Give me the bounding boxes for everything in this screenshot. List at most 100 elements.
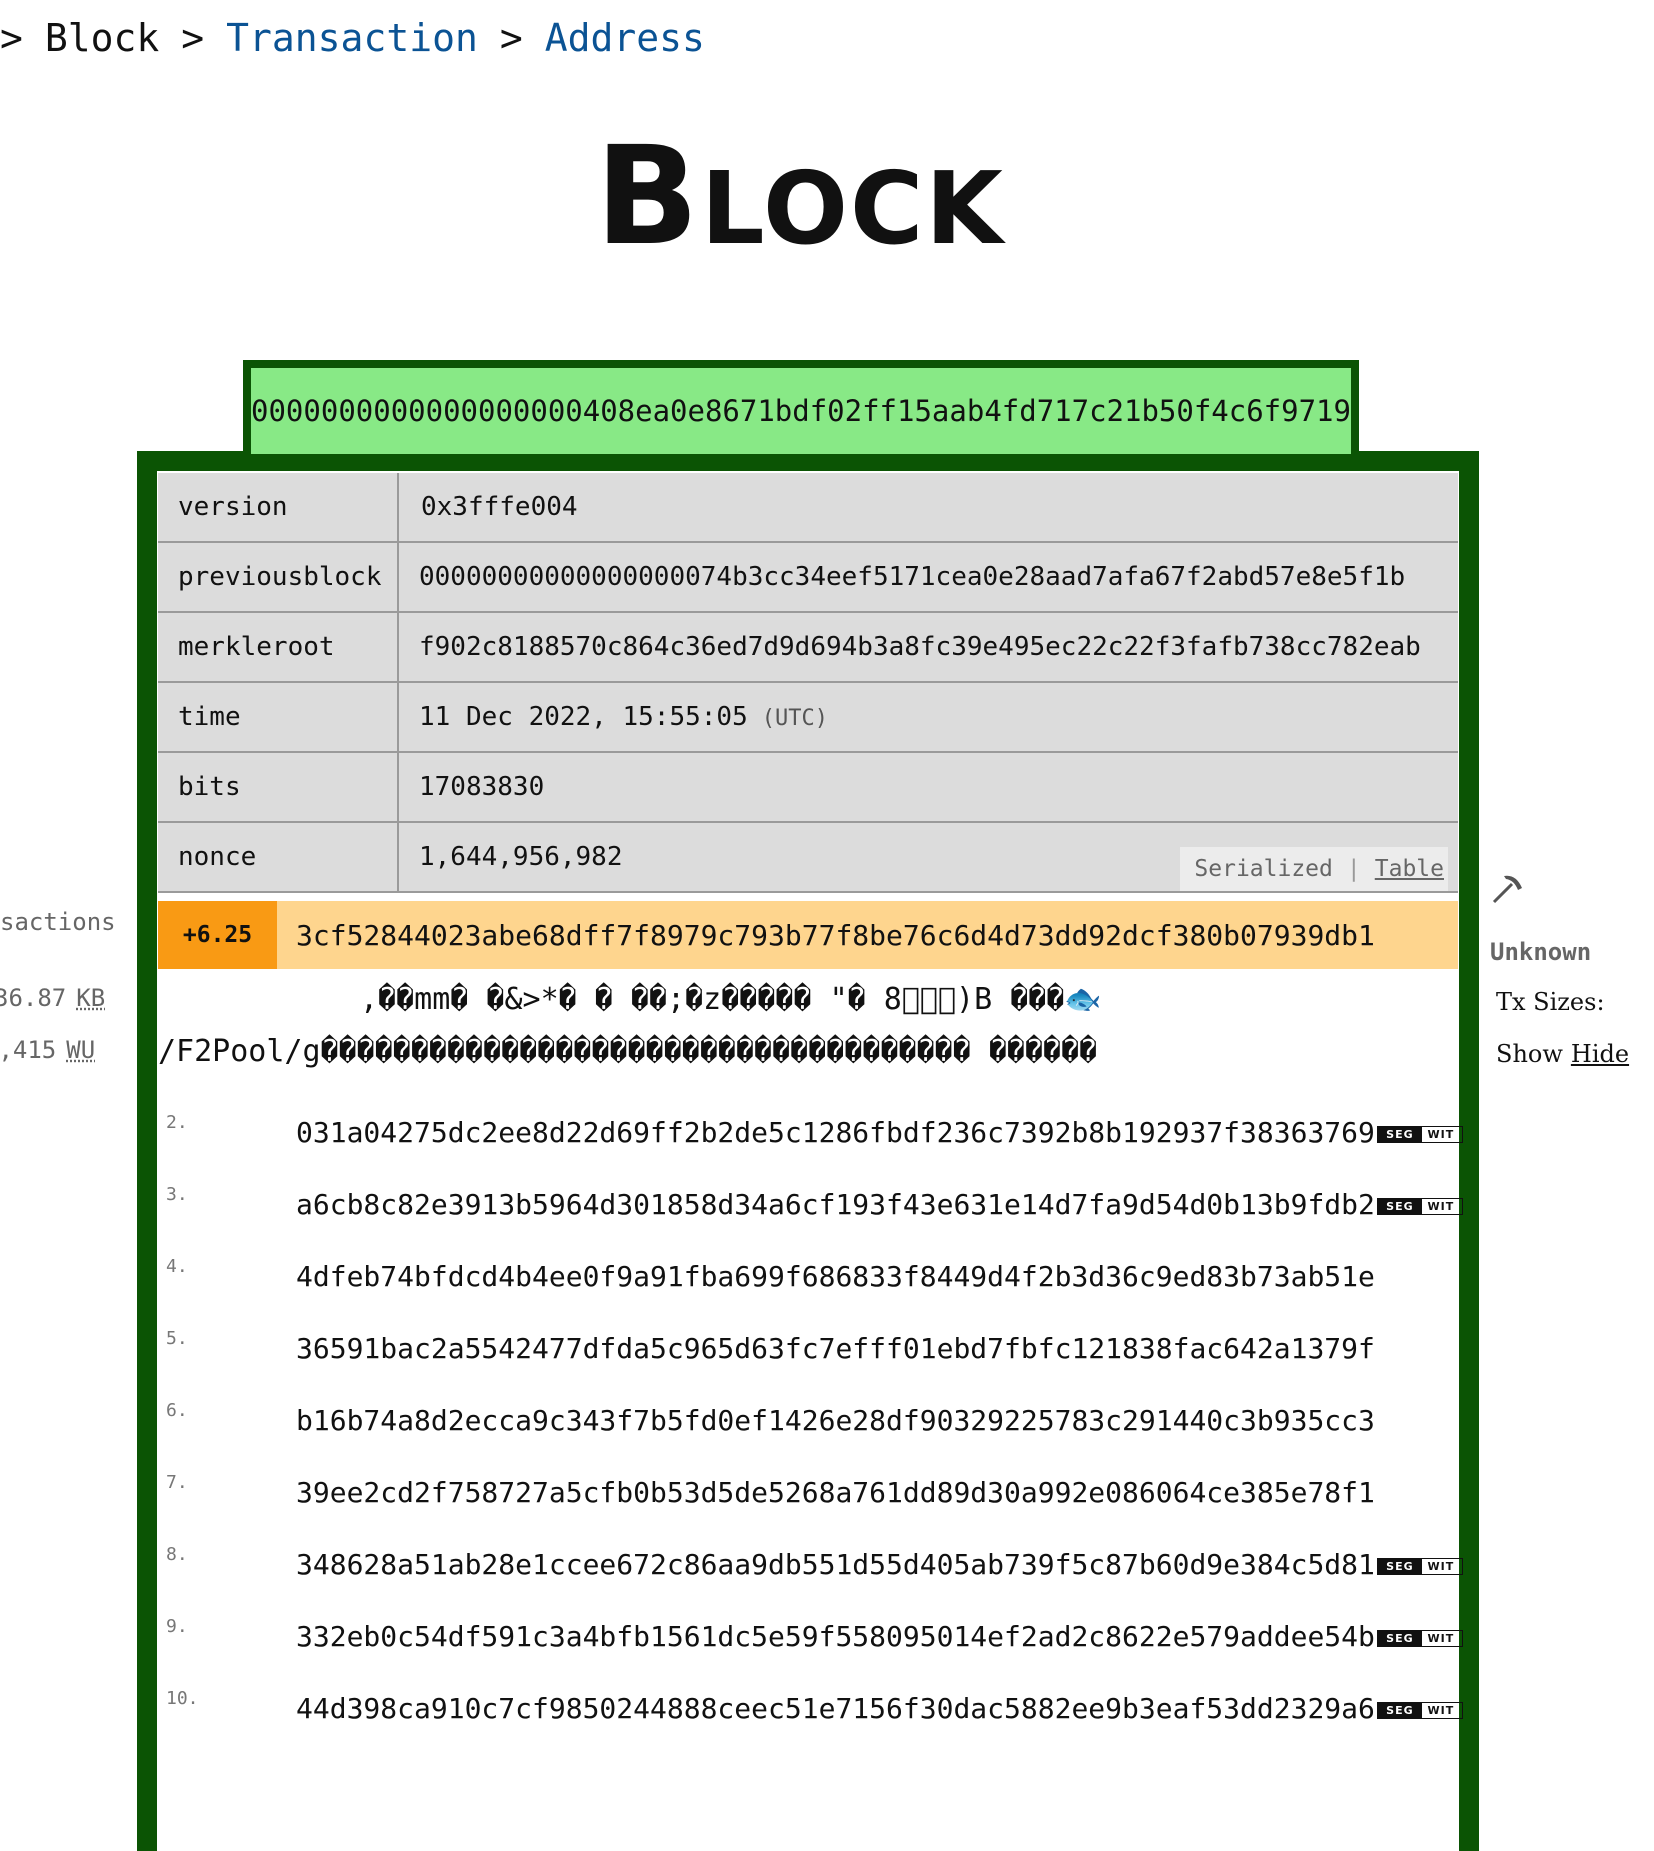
header-key: nonce [158,822,399,893]
breadcrumb-separator: > [499,16,523,60]
header-value: f902c8188570c864c36ed7d9d694b3a8fc39e495… [398,612,1458,683]
header-value-cell: 1,644,956,982 Serialized | Table [398,822,1458,893]
list-item: 8. 348628a51ab28e1ccee672c86aa9db551d55d… [158,1542,1463,1592]
list-item: 5. 36591bac2a5542477dfda5c965d63fc7efff0… [158,1326,1458,1376]
timezone-label: (UTC) [761,706,828,731]
segwit-badge-seg: SEG [1377,1198,1422,1214]
page-title-initial: B [595,118,701,276]
tx-id-link[interactable]: 39ee2cd2f758727a5cfb0b53d5de5268a761dd89… [296,1476,1375,1509]
header-row-bits: bits 17083830 [158,752,1458,823]
header-value: 1,644,956,982 [419,842,623,872]
tx-id-link[interactable]: 4dfeb74bfdcd4b4ee0f9a91fba699f686833f844… [296,1260,1375,1293]
tx-number: 6. [166,1400,188,1421]
coinbase-script-text: /F2Pool/g�������������������������������… [158,1034,1098,1069]
serialized-toggle[interactable]: Serialized [1194,856,1332,882]
size-unit: KB [76,984,106,1012]
breadcrumb-block: Block [44,16,160,60]
list-item: 6. b16b74a8d2ecca9c343f7b5fd0ef1426e28df… [158,1398,1458,1448]
breadcrumb-transaction-link[interactable]: Transaction [226,16,478,60]
tx-id-link[interactable]: b16b74a8d2ecca9c343f7b5fd0ef1426e28df903… [296,1404,1375,1437]
list-item: 2. 031a04275dc2ee8d22d69ff2b2de5c1286fbd… [158,1110,1463,1160]
block-size: 36.87 KB [0,984,105,1012]
page-title-rest: LOCK [700,150,1005,267]
header-row-previousblock: previousblock 00000000000000000074b3cc34… [158,542,1458,613]
header-key: merkleroot [158,612,399,683]
coinbase-transaction: +6.25 3cf52844023abe68dff7f8979c793b77f8… [158,901,1458,969]
tx-number: 4. [166,1256,188,1277]
list-item: 4. 4dfeb74bfdcd4b4ee0f9a91fba699f686833f… [158,1254,1458,1304]
list-item: 7. 39ee2cd2f758727a5cfb0b53d5de5268a761d… [158,1470,1458,1520]
view-toggle: Serialized | Table [1180,847,1448,891]
block-weight-value: 5,415 [0,1036,57,1064]
header-row-version: version 0x3fffe004 [158,473,1458,543]
block-hash: 0000000000000000000408ea0e8671bdf02ff15a… [243,360,1359,454]
header-row-time: time 11 Dec 2022, 15:55:05 (UTC) [158,682,1458,753]
segwit-badge: SEG WIT [1376,1197,1463,1215]
segwit-badge-wit: WIT [1427,1559,1455,1573]
segwit-badge-wit: WIT [1427,1631,1455,1645]
segwit-badge: SEG WIT [1376,1557,1463,1575]
tx-id-link[interactable]: 031a04275dc2ee8d22d69ff2b2de5c1286fbdf23… [296,1116,1463,1149]
pickaxe-icon [1490,870,1526,916]
miner-name: Unknown [1490,938,1592,966]
breadcrumb: > Block > Transaction > Address [0,10,727,66]
show-button[interactable]: Show [1496,1040,1563,1068]
list-item: 9. 332eb0c54df591c3a4bfb1561dc5e59f55809… [158,1614,1463,1664]
tx-number: 10. [166,1688,199,1709]
block-header-table: version 0x3fffe004 previousblock 0000000… [158,473,1458,893]
header-key: time [158,682,399,753]
tx-number: 9. [166,1616,188,1637]
tx-id-link[interactable]: 348628a51ab28e1ccee672c86aa9db551d55d405… [296,1548,1463,1581]
tx-number: 2. [166,1112,188,1133]
segwit-badge-seg: SEG [1377,1702,1422,1718]
tx-sizes-label: Tx Sizes: [1496,988,1605,1016]
segwit-badge-wit: WIT [1427,1127,1455,1141]
segwit-badge-seg: SEG [1377,1630,1422,1646]
tx-id-text: 44d398ca910c7cf9850244888ceec51e7156f30d… [296,1692,1375,1725]
tx-id-text: 031a04275dc2ee8d22d69ff2b2de5c1286fbdf23… [296,1116,1375,1149]
segwit-badge: SEG WIT [1376,1701,1463,1719]
header-key: previousblock [158,542,399,613]
tx-id-link[interactable]: 332eb0c54df591c3a4bfb1561dc5e59f55809501… [296,1620,1463,1653]
tx-id-link[interactable]: a6cb8c82e3913b5964d301858d34a6cf193f43e6… [296,1188,1463,1221]
header-value: 0x3fffe004 [398,473,1458,543]
weight-unit: WU [66,1036,96,1064]
toggle-divider: | [1346,856,1361,882]
block-reward: +6.25 [158,901,277,969]
header-value: 17083830 [398,752,1458,823]
coinbase-txid-link[interactable]: 3cf52844023abe68dff7f8979c793b77f8be76c6… [296,919,1375,952]
coinbase-script-text: ,��mm� �&>*� � ��;�z����� "� 8   )B ���🐟 [360,982,1102,1017]
tx-number: 5. [166,1328,188,1349]
tx-sizes-toggle: Show Hide [1496,1040,1629,1068]
tx-id-text: 332eb0c54df591c3a4bfb1561dc5e59f55809501… [296,1620,1375,1653]
segwit-badge: SEG WIT [1376,1629,1463,1647]
list-item: 3. a6cb8c82e3913b5964d301858d34a6cf193f4… [158,1182,1463,1232]
tx-id-link[interactable]: 36591bac2a5542477dfda5c965d63fc7efff01eb… [296,1332,1375,1365]
tx-id-text: 348628a51ab28e1ccee672c86aa9db551d55d405… [296,1548,1375,1581]
segwit-badge-seg: SEG [1377,1126,1422,1142]
tx-id-link[interactable]: 44d398ca910c7cf9850244888ceec51e7156f30d… [296,1692,1463,1725]
transactions-label: sactions [0,908,116,936]
page-title: BLOCK [0,118,1600,276]
segwit-badge-wit: WIT [1427,1199,1455,1213]
tx-number: 8. [166,1544,188,1565]
hide-button[interactable]: Hide [1571,1040,1629,1068]
tx-id-text: a6cb8c82e3913b5964d301858d34a6cf193f43e6… [296,1188,1375,1221]
tx-number: 7. [166,1472,188,1493]
header-value: 11 Dec 2022, 15:55:05 [419,702,748,732]
breadcrumb-separator: > [181,16,205,60]
table-toggle[interactable]: Table [1375,856,1444,882]
segwit-badge-wit: WIT [1427,1703,1455,1717]
breadcrumb-address-link[interactable]: Address [545,16,705,60]
block-weight: 5,415 WU [0,1036,95,1064]
header-row-nonce: nonce 1,644,956,982 Serialized | Table [158,822,1458,893]
segwit-badge: SEG WIT [1376,1125,1463,1143]
block-size-value: 36.87 [0,984,67,1012]
previous-block-link[interactable]: 00000000000000000074b3cc34eef5171cea0e28… [398,542,1458,613]
header-value-cell: 11 Dec 2022, 15:55:05 (UTC) [398,682,1458,753]
list-item: 10. 44d398ca910c7cf9850244888ceec51e7156… [158,1686,1463,1736]
tx-number: 3. [166,1184,188,1205]
header-key: version [158,473,399,543]
segwit-badge-seg: SEG [1377,1558,1422,1574]
header-key: bits [158,752,399,823]
